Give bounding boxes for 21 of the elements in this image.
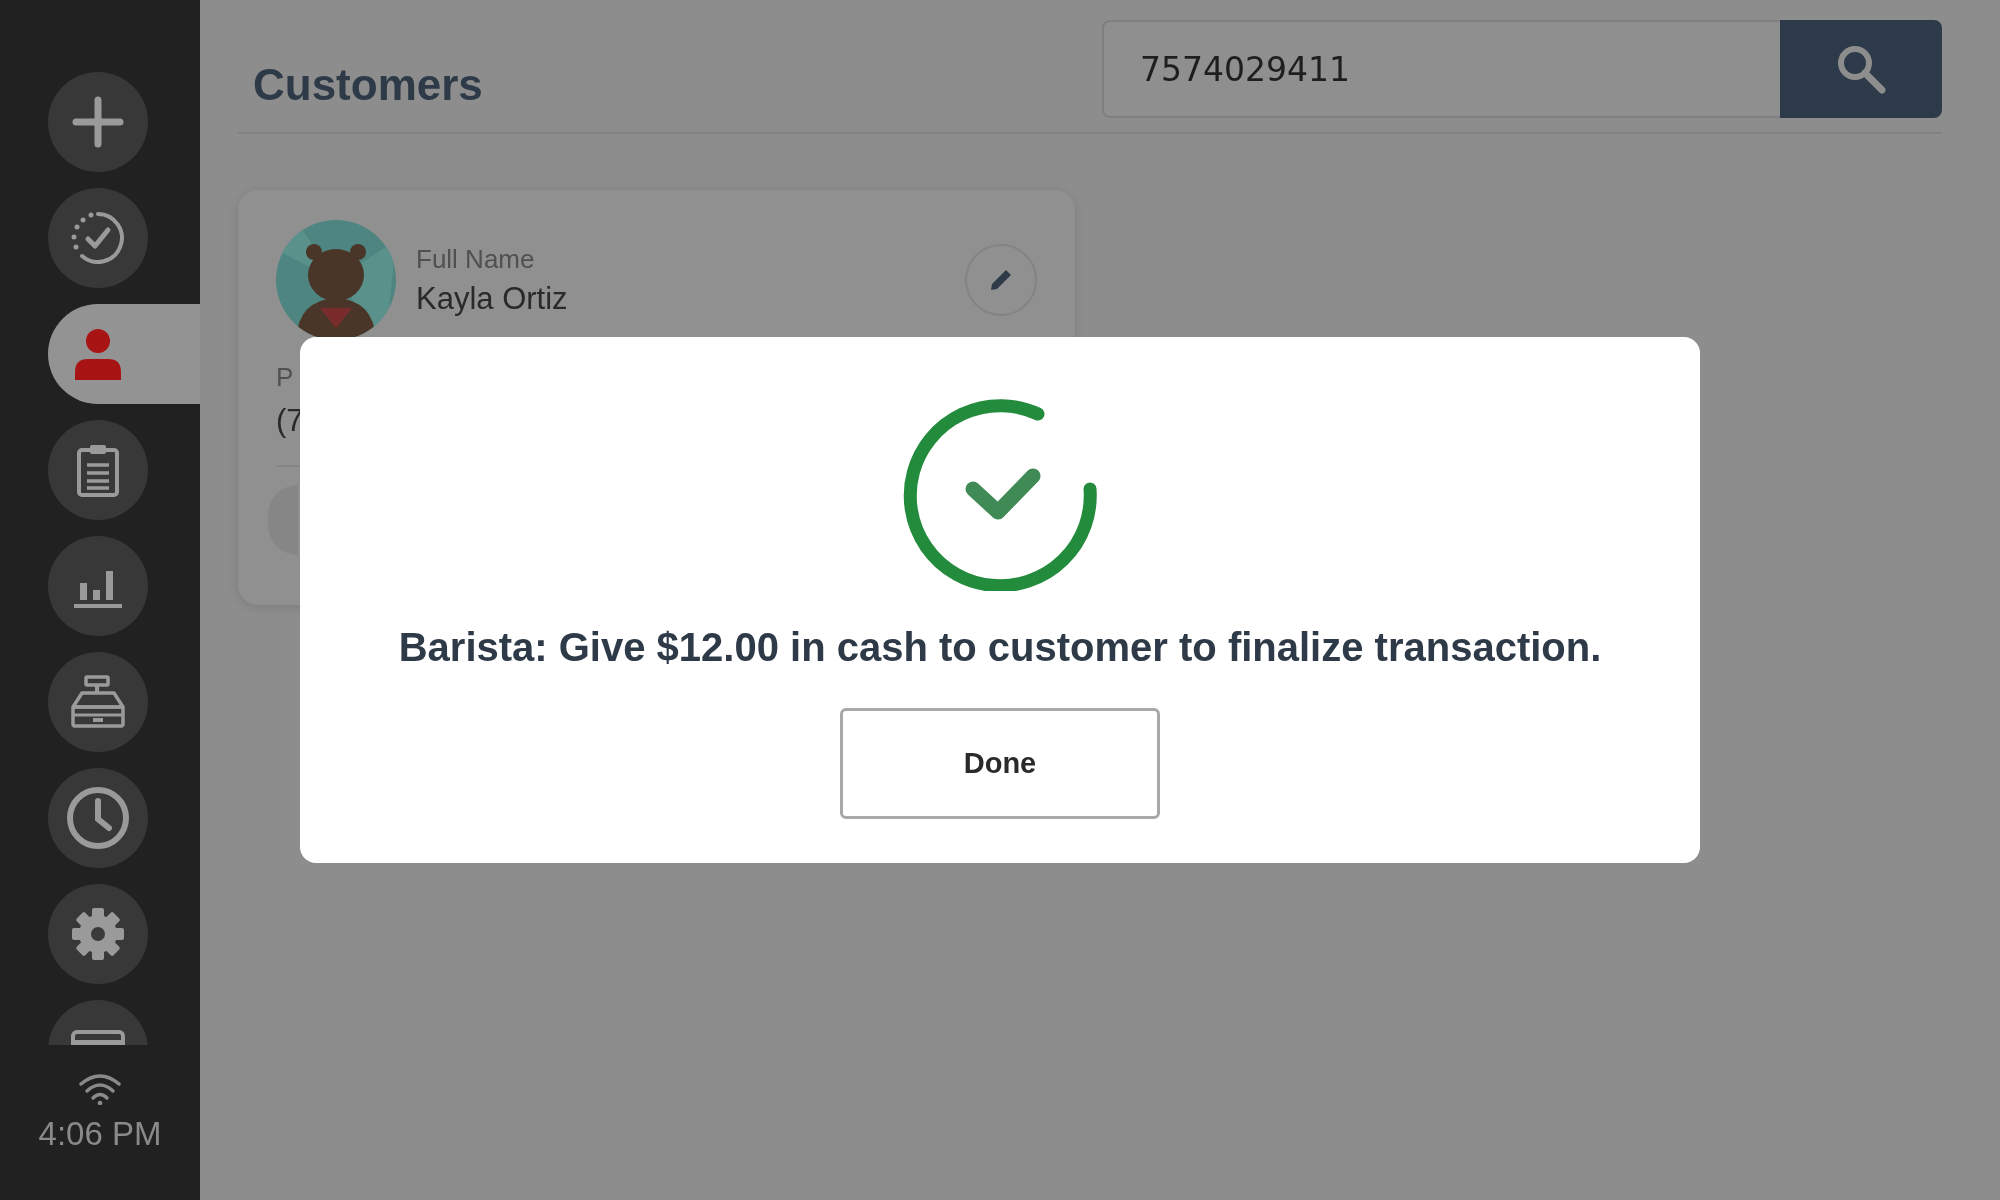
done-button[interactable]: Done	[840, 708, 1160, 819]
page-title: Customers	[253, 60, 483, 110]
dashed-check-circle-icon	[70, 210, 126, 266]
person-icon	[73, 328, 123, 380]
phone-number: (7	[276, 403, 304, 439]
settings-icon	[71, 907, 125, 961]
dialog-message: Barista: Give $12.00 in cash to customer to finalize transaction.	[398, 625, 1602, 670]
field-label: Full Name	[416, 243, 536, 275]
cash-register-icon	[70, 675, 126, 729]
add-icon	[72, 96, 124, 148]
field-label: P	[276, 362, 294, 393]
search-button[interactable]	[1780, 20, 1942, 118]
nav-button[interactable]	[48, 304, 200, 404]
search-field[interactable]: 7574029411	[1102, 20, 1780, 118]
customer-name: Kayla Ortiz	[416, 280, 569, 317]
search-icon	[1836, 44, 1886, 94]
clock-icon	[66, 786, 130, 850]
pencil-icon	[988, 267, 1014, 293]
clipboard-icon	[76, 443, 120, 497]
clock-time: 4:06 PM	[38, 1115, 162, 1153]
wifi-icon	[78, 1073, 122, 1105]
